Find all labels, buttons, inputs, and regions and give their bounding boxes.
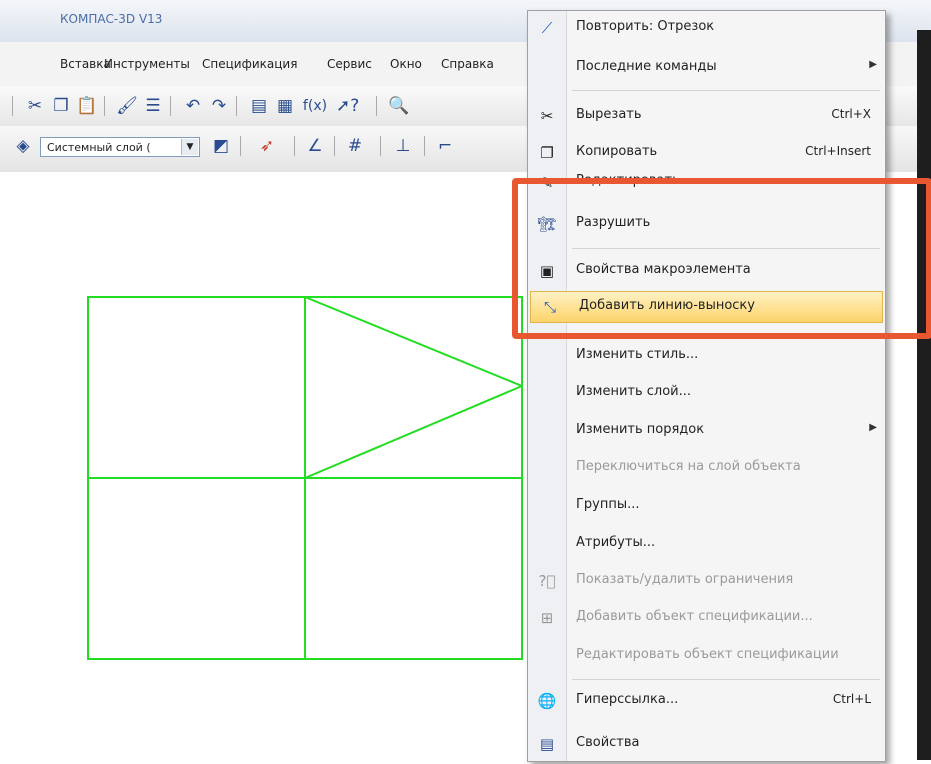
menu-label: Копировать [576, 144, 658, 159]
menu-label: Показать/удалить ограничения [576, 572, 794, 587]
separator [376, 96, 377, 116]
highlight-box [512, 178, 931, 339]
menu-show-constraints[interactable]: ?⃝ Показать/удалить ограничения [528, 566, 885, 596]
menu-label: Повторить: Отрезок [576, 19, 715, 34]
spec-add-icon: ⊞ [540, 609, 554, 627]
triangle-edge-bottom[interactable] [304, 385, 523, 479]
menu-change-style[interactable]: Изменить стиль... [528, 341, 885, 371]
scissors-icon: ✂ [540, 107, 554, 125]
menu-specification[interactable]: Спецификация [202, 57, 297, 71]
submenu-arrow-icon: ▶ [869, 422, 877, 433]
separator [240, 136, 241, 156]
separator [104, 96, 105, 116]
help-pointer-icon[interactable]: ➚? [336, 95, 359, 117]
menu-cut[interactable]: ✂ Вырезать Ctrl+X [528, 101, 885, 131]
paste-icon[interactable]: 📋 [76, 95, 98, 117]
segment-icon: ⟋ [541, 19, 553, 37]
menu-label: Атрибуты... [576, 535, 656, 550]
window-title: КОМПАС-3D V13 [60, 12, 163, 26]
redo-icon[interactable]: ↷ [208, 95, 230, 117]
angle-icon[interactable]: ∠ [304, 135, 326, 157]
menu-shortcut: Ctrl+L [832, 692, 871, 706]
menu-label: Гиперссылка... [576, 692, 679, 707]
layer-select-value: Системный слой ( [47, 141, 151, 154]
menu-label: Изменить стиль... [576, 347, 699, 362]
separator [334, 136, 335, 156]
menu-hyperlink[interactable]: 🌐 Гиперссылка... Ctrl+L [528, 686, 885, 716]
libraries-icon[interactable]: ▦ [274, 95, 296, 117]
axis-icon[interactable]: ⊥ [392, 135, 414, 157]
chevron-down-icon[interactable]: ▼ [181, 139, 198, 155]
menu-attributes[interactable]: Атрибуты... [528, 529, 885, 559]
magnet-icon[interactable]: ➶ [256, 135, 278, 157]
menu-edit-spec-object[interactable]: Редактировать объект спецификации [528, 641, 885, 671]
menu-separator [572, 679, 880, 680]
menu-help[interactable]: Справка [441, 57, 494, 71]
layer-select[interactable]: Системный слой ( ▼ [40, 137, 200, 157]
menu-change-order[interactable]: Изменить порядок ▶ [528, 416, 885, 446]
constraints-icon: ?⃝ [538, 572, 556, 590]
menu-label: Добавить объект спецификации... [576, 609, 813, 624]
copy-icon[interactable]: ❐ [50, 95, 72, 117]
props-icon[interactable]: ◩ [210, 135, 232, 157]
menu-label: Редактировать объект спецификации [576, 647, 839, 662]
copy-icon: ❐ [540, 144, 554, 162]
menu-groups[interactable]: Группы... [528, 491, 885, 521]
menu-recent-commands[interactable]: Последние команды ▶ [528, 53, 885, 83]
menu-label: Переключиться на слой объекта [576, 459, 801, 474]
separator [380, 136, 381, 156]
cut-icon[interactable]: ✂ [24, 95, 46, 117]
menu-separator [572, 90, 880, 91]
menu-service[interactable]: Сервис [327, 57, 372, 71]
layer-icon[interactable]: ◈ [12, 135, 34, 157]
separator [170, 96, 171, 116]
window-edge [917, 30, 931, 760]
menu-label: Свойства [576, 735, 640, 750]
menu-add-spec-object[interactable]: ⊞ Добавить объект спецификации... [528, 603, 885, 633]
brush-icon[interactable]: 🖌 [116, 95, 138, 117]
fx-icon[interactable]: f(x) [300, 95, 330, 117]
menu-shortcut: Ctrl+X [831, 107, 871, 121]
menu-tools[interactable]: Инструменты [104, 57, 190, 71]
menu-window[interactable]: Окно [390, 57, 422, 71]
menu-label: Изменить слой... [576, 384, 692, 399]
list-icon[interactable]: ☰ [142, 95, 164, 117]
triangle-edge-top[interactable] [304, 296, 523, 387]
separator [294, 136, 295, 156]
menu-repeat-segment[interactable]: ⟋ Повторить: Отрезок [528, 13, 885, 43]
menu-switch-layer[interactable]: Переключиться на слой объекта [528, 453, 885, 483]
manager-icon[interactable]: ▤ [248, 95, 270, 117]
zoom-icon[interactable]: 🔍 [388, 95, 410, 117]
properties-icon: ▤ [539, 735, 555, 753]
separator [424, 136, 425, 156]
context-menu: ⟋ Повторить: Отрезок Последние команды ▶… [527, 10, 886, 762]
hyperlink-icon: 🌐 [537, 692, 557, 710]
grid-icon[interactable]: # [344, 135, 366, 157]
undo-icon[interactable]: ↶ [182, 95, 204, 117]
separator [236, 96, 237, 116]
separator [12, 96, 13, 116]
line-icon[interactable]: ⌐ [434, 135, 456, 157]
submenu-arrow-icon: ▶ [869, 59, 877, 70]
menu-shortcut: Ctrl+Insert [805, 144, 871, 158]
menu-label: Изменить порядок [576, 422, 705, 437]
menu-label: Группы... [576, 497, 640, 512]
menu-change-layer[interactable]: Изменить слой... [528, 378, 885, 408]
menu-properties[interactable]: ▤ Свойства [528, 729, 885, 759]
menu-label: Вырезать [576, 107, 642, 122]
menu-label: Последние команды [576, 59, 717, 74]
menu-copy[interactable]: ❐ Копировать Ctrl+Insert [528, 138, 885, 168]
